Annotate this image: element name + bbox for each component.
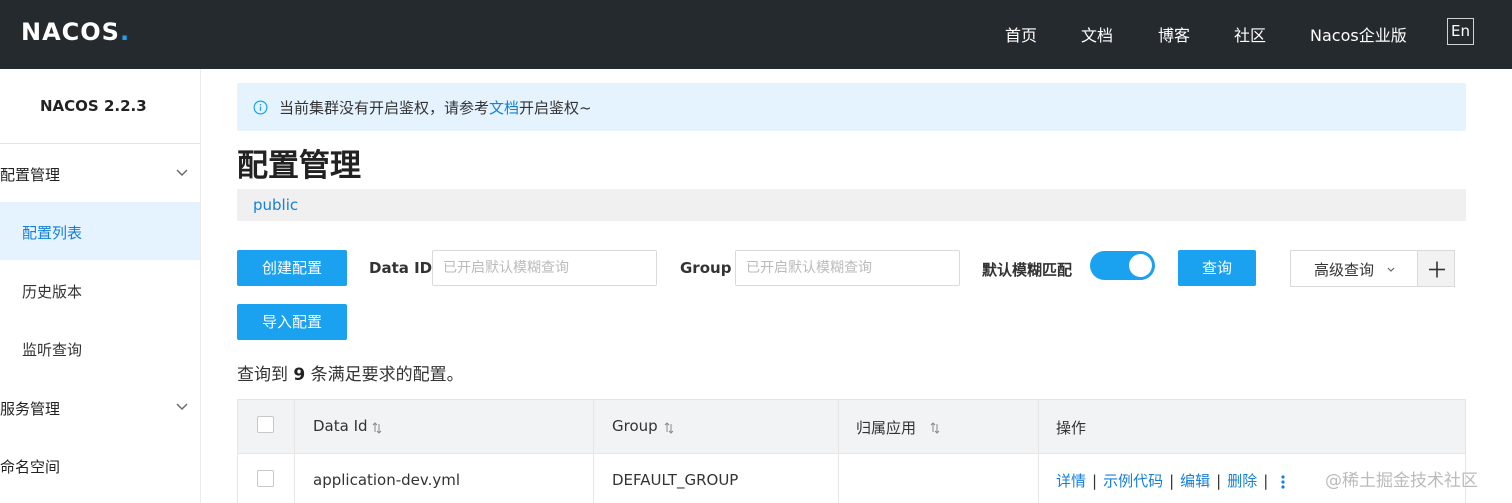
page-title: 配置管理 xyxy=(237,148,361,184)
sidebar-divider xyxy=(0,143,200,144)
cell-data-id: application-dev.yml xyxy=(313,471,461,489)
sidebar-group-namespace[interactable]: 命名空间 xyxy=(0,444,200,488)
advanced-query-label: 高级查询 xyxy=(1314,261,1375,279)
cell-group: DEFAULT_GROUP xyxy=(612,471,739,489)
sidebar-group-label: 命名空间 xyxy=(0,458,61,476)
column-header-data-id[interactable]: Data Id xyxy=(313,417,368,435)
namespace-public-link[interactable]: public xyxy=(253,196,298,214)
add-button[interactable] xyxy=(1417,250,1455,287)
detail-link[interactable]: 详情 xyxy=(1056,472,1086,490)
data-id-input[interactable] xyxy=(432,250,657,286)
plus-icon xyxy=(1429,261,1445,278)
edit-link[interactable]: 编辑 xyxy=(1180,472,1210,490)
nav-blog[interactable]: 博客 xyxy=(1158,22,1190,46)
select-all-checkbox[interactable] xyxy=(257,416,274,433)
info-icon xyxy=(253,100,268,115)
alert-suffix: 开启鉴权~ xyxy=(519,99,592,117)
nav-enterprise[interactable]: Nacos企业版 xyxy=(1310,22,1407,46)
toggle-knob xyxy=(1129,254,1152,277)
nav-home[interactable]: 首页 xyxy=(1005,22,1037,46)
column-header-actions: 操作 xyxy=(1056,419,1087,437)
chevron-down-icon xyxy=(1387,267,1395,272)
separator: | xyxy=(1263,472,1269,490)
nacos-logo[interactable]: NACOS. xyxy=(21,18,130,46)
import-config-button[interactable]: 导入配置 xyxy=(237,304,347,340)
sidebar-item-listener-query[interactable]: 监听查询 xyxy=(0,319,200,377)
alert-message: 当前集群没有开启鉴权，请参考文档开启鉴权~ xyxy=(279,97,592,118)
sort-icon[interactable] xyxy=(930,422,940,434)
watermark: @稀土掘金技术社区 xyxy=(1325,471,1478,491)
search-button[interactable]: 查询 xyxy=(1178,250,1256,286)
auth-alert: 当前集群没有开启鉴权，请参考文档开启鉴权~ xyxy=(237,83,1466,131)
version-label: NACOS 2.2.3 xyxy=(40,97,147,115)
column-header-group[interactable]: Group xyxy=(612,417,658,435)
chevron-down-icon xyxy=(176,169,188,176)
sort-icon[interactable] xyxy=(664,422,674,434)
sort-icon[interactable] xyxy=(372,422,382,434)
advanced-query-select[interactable]: 高级查询 xyxy=(1290,250,1418,287)
namespace-bar: public xyxy=(237,189,1466,221)
result-count: 9 xyxy=(293,365,306,385)
row-checkbox[interactable] xyxy=(257,470,274,487)
row-actions: 详情 | 示例代码 | 编辑 | 删除 | xyxy=(1056,470,1286,491)
group-label: Group xyxy=(680,259,732,277)
delete-link[interactable]: 删除 xyxy=(1227,472,1257,490)
table-header xyxy=(238,400,1465,454)
nav-community[interactable]: 社区 xyxy=(1234,22,1266,46)
column-divider xyxy=(294,400,295,503)
create-config-button[interactable]: 创建配置 xyxy=(237,250,347,286)
data-id-label: Data ID xyxy=(369,259,433,277)
separator: | xyxy=(1092,472,1098,490)
sidebar-item-history[interactable]: 历史版本 xyxy=(0,261,200,319)
result-prefix: 查询到 xyxy=(237,365,288,385)
config-table: Data Id Group 归属应用 操作 application-dev.ym… xyxy=(237,399,1466,503)
column-divider xyxy=(593,400,594,503)
separator: | xyxy=(1169,472,1175,490)
sample-code-link[interactable]: 示例代码 xyxy=(1103,472,1163,490)
nav-docs[interactable]: 文档 xyxy=(1081,22,1113,46)
sidebar-group-label: 服务管理 xyxy=(0,400,61,418)
column-header-app[interactable]: 归属应用 xyxy=(856,417,916,438)
sidebar-item-label: 历史版本 xyxy=(22,283,83,301)
result-suffix: 条满足要求的配置。 xyxy=(310,365,464,385)
top-navbar: NACOS. 首页 文档 博客 社区 Nacos企业版 En xyxy=(0,0,1512,69)
fuzzy-match-label: 默认模糊匹配 xyxy=(982,261,1073,279)
more-vertical-icon[interactable] xyxy=(1280,474,1286,490)
sidebar-item-label: 配置列表 xyxy=(22,224,83,242)
column-divider xyxy=(1038,400,1039,503)
group-input[interactable] xyxy=(735,250,960,286)
column-divider xyxy=(838,400,839,503)
chevron-down-icon xyxy=(176,403,188,410)
result-summary: 查询到 9 条满足要求的配置。 xyxy=(237,360,464,385)
sidebar-group-service[interactable]: 服务管理 xyxy=(0,386,200,430)
fuzzy-match-toggle[interactable] xyxy=(1090,251,1155,280)
sidebar: NACOS 2.2.3 配置管理 配置列表 历史版本 监听查询 服务管理 命名空… xyxy=(0,69,201,503)
sidebar-group-label: 配置管理 xyxy=(0,166,61,184)
sidebar-group-config[interactable]: 配置管理 xyxy=(0,152,200,196)
language-switch-button[interactable]: En xyxy=(1447,18,1474,45)
alert-prefix: 当前集群没有开启鉴权，请参考 xyxy=(279,99,490,117)
alert-doc-link[interactable]: 文档 xyxy=(489,99,519,117)
sidebar-item-label: 监听查询 xyxy=(22,341,83,359)
sidebar-item-config-list[interactable]: 配置列表 xyxy=(0,202,200,260)
separator: | xyxy=(1216,472,1222,490)
